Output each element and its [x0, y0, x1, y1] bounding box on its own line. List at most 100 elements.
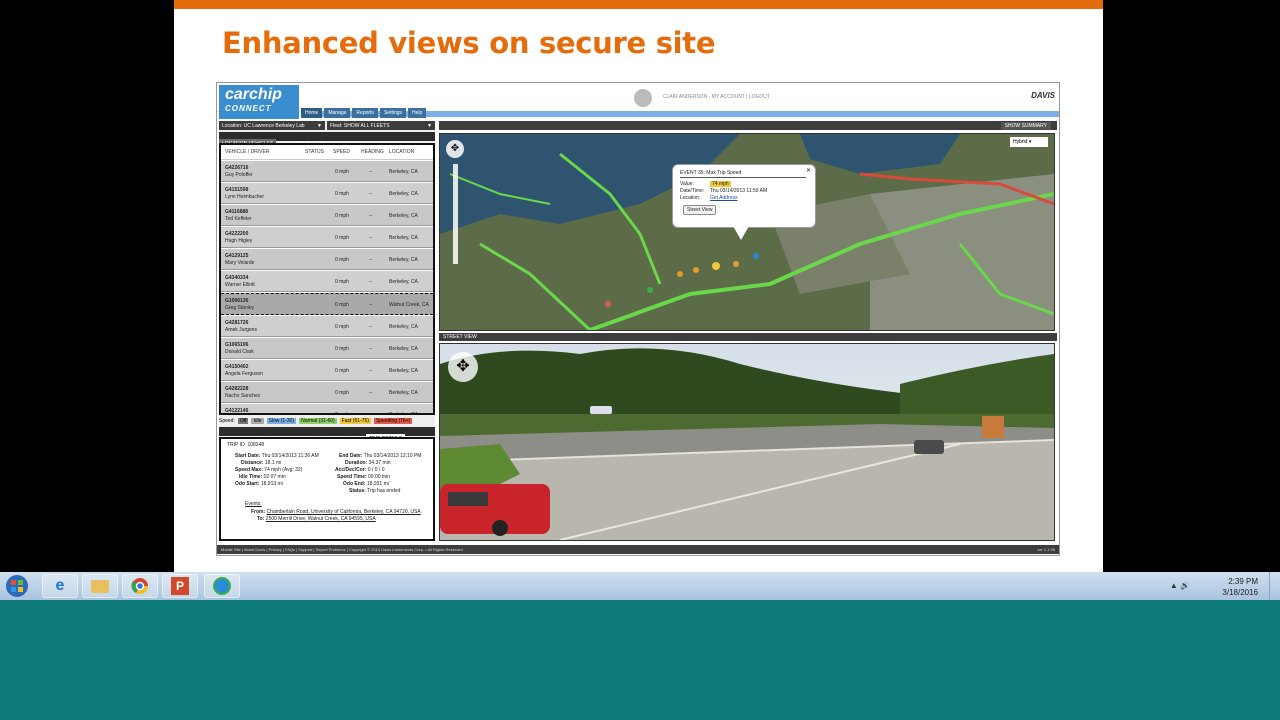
presentation-slide: Enhanced views on secure site carchip CON… [174, 0, 1103, 572]
col-heading[interactable]: HEADING [361, 149, 389, 155]
vehicle-id: G1006136 [225, 298, 249, 304]
user-avatar [634, 89, 652, 107]
clock-time: 2:39 PM [1228, 577, 1258, 586]
file-explorer-button[interactable] [82, 574, 118, 598]
nav-manage[interactable]: Manage [324, 108, 351, 118]
table-row[interactable]: G4116888 Ted Keffeler 0 mph -- Berkeley, CA [221, 205, 433, 226]
nav-settings[interactable]: Settings [379, 108, 407, 118]
trip-speed-max: Speed Max: 74 mph (Avg: 32) [235, 467, 303, 473]
table-row[interactable]: G4122146Steve Cooper0 mph--Berkeley, CA [221, 404, 433, 415]
legend-off: Off [237, 418, 249, 424]
fleet-select[interactable]: Fleet: SHOW ALL FLEETS ▼ [327, 121, 435, 130]
vehicle-name: Lynn Heimbucher [225, 194, 265, 200]
vehicle-location: Berkeley, CA [389, 257, 418, 263]
vehicle-id: G4282228 [225, 386, 249, 392]
vehicle-location: Berkeley, CA [389, 390, 418, 396]
table-row[interactable]: G4282228 Nacho Sanchez 0 mph -- Berkeley, CA [221, 382, 433, 403]
street-view-label: STREET VIEW [443, 334, 477, 340]
vehicle-heading: -- [369, 302, 373, 308]
vehicle-speed: 0 mph [335, 412, 349, 415]
globe-app-icon [213, 577, 231, 595]
vehicle-location: Berkeley, CA [389, 235, 418, 241]
trip-to: To: 2500 Merrill Drive, Walnut Creek, CA… [257, 516, 376, 522]
user-account-links[interactable]: CLAIR ANDERSON · MY ACCOUNT | LOGOUT [663, 94, 770, 100]
left-panel: Location: UC Lawrence Berkeley Lab ▼ Flee… [219, 121, 435, 541]
table-row[interactable]: G4150402 Angela Ferguson 0 mph -- Berkeley, … [221, 360, 433, 381]
globe-app-button[interactable] [204, 574, 240, 598]
nav-reports[interactable]: Reports [352, 108, 378, 118]
trip-status: Status: Trip has ended [349, 488, 401, 494]
nav-home[interactable]: Home [301, 108, 323, 118]
map-pan-control[interactable]: ✥ [446, 140, 464, 158]
popup-title: EVENT 35: Max Trip Speed [680, 170, 742, 176]
close-icon[interactable]: ✕ [806, 167, 811, 174]
internet-explorer-button[interactable]: e [42, 574, 78, 598]
desktop-background [0, 600, 1280, 720]
vehicle-name: Warner Elliott [225, 282, 255, 288]
vehicle-speed: 0 mph [335, 302, 349, 308]
table-row[interactable]: G4281726 Amek Jurgens 0 mph -- Berkeley, CA [221, 316, 433, 337]
version-label: ver 1.1.95 [1037, 547, 1055, 552]
location-select[interactable]: Location: UC Lawrence Berkeley Lab ▼ [219, 121, 325, 130]
satellite-map[interactable]: ✥ Hybrid ▾ EVENT 35: Max Trip Speed ✕ Va… [439, 133, 1055, 331]
vehicle-id: G4122146 [225, 408, 249, 414]
vehicle-location: Berkeley, CA [389, 279, 418, 285]
start-button[interactable] [0, 574, 34, 598]
street-view-pan-control[interactable]: ✥ [448, 352, 478, 382]
powerpoint-button[interactable]: P [162, 574, 198, 598]
vehicle-heading: -- [369, 235, 373, 241]
vehicle-id: G4151598 [225, 187, 249, 193]
table-row[interactable]: G4340334 Warner Elliott 0 mph -- Berkeley, C… [221, 271, 433, 292]
chevron-down-icon: ▼ [427, 123, 432, 129]
taskbar-clock[interactable]: 2:39 PM 3/18/2016 [1222, 576, 1258, 598]
vehicle-heading: -- [369, 213, 373, 219]
street-view[interactable]: ✥ [439, 343, 1055, 541]
chrome-button[interactable] [122, 574, 158, 598]
vehicle-speed: 0 mph [335, 368, 349, 374]
map-zoom-slider[interactable] [453, 164, 458, 264]
show-summary-button[interactable]: SHOW SUMMARY [1000, 122, 1051, 130]
vehicle-id: G4222200 [225, 231, 249, 237]
table-row[interactable]: G4151598 Lynn Heimbucher 0 mph -- Berkeley, … [221, 183, 433, 204]
vehicle-id: G4226716 [225, 165, 249, 171]
trip-events-label[interactable]: Events: [245, 501, 262, 507]
table-row[interactable]: G4129125 Mary Velarde 0 mph -- Berkeley, CA [221, 249, 433, 270]
get-address-link[interactable]: Get Address [710, 195, 738, 201]
slide-title: Enhanced views on secure site [222, 26, 716, 60]
tray-icons[interactable]: ▲ 🔊 [1170, 581, 1190, 590]
file-explorer-icon [91, 579, 109, 593]
vehicle-heading: -- [369, 368, 373, 374]
popup-date-label: Date/Time: [680, 188, 705, 194]
table-row[interactable]: G1006136 Greg Stanley 0 mph -- Walnut Creek,… [221, 293, 433, 315]
col-status[interactable]: STATUS [305, 149, 333, 155]
table-row[interactable]: G4226716 Guy Poloffer 0 mph -- Berkeley, CA [221, 161, 433, 182]
list-tabs: LOCATION VEHICLESLOCATION ALERTS [219, 132, 435, 149]
vehicle-location: Berkeley, CA [389, 368, 418, 374]
vehicle-location: Walnut Creek, CA [389, 302, 429, 308]
vehicle-speed: 0 mph [335, 169, 349, 175]
table-row[interactable]: G1065106 Donald Clark 0 mph -- Berkeley, CA [221, 338, 433, 359]
col-location[interactable]: LOCATION [389, 149, 414, 155]
nav-help[interactable]: Help [408, 108, 427, 118]
show-desktop-button[interactable] [1269, 572, 1280, 600]
vehicle-location: Berkeley, CA [389, 213, 418, 219]
vehicle-heading: -- [369, 324, 373, 330]
vehicle-speed: 0 mph [335, 346, 349, 352]
street-view-button[interactable]: Street View [683, 205, 717, 215]
vehicle-heading: -- [369, 279, 373, 285]
trip-from: From: Chamberlain Road, University of Ca… [251, 509, 421, 515]
vehicle-id: G1065106 [225, 342, 249, 348]
carchip-logo[interactable]: carchip CONNECT [219, 85, 299, 119]
col-speed[interactable]: SPEED [333, 149, 361, 155]
map-type-select[interactable]: Hybrid ▾ [1010, 137, 1048, 147]
table-row[interactable]: G4222200 Hugh Higley 0 mph -- Berkeley, CA [221, 227, 433, 248]
detail-tabs: LOCATION STATUSVEHICLE DETAILSALERTSTRIP… [219, 427, 435, 444]
vehicle-speed: 0 mph [335, 235, 349, 241]
list-header: VEHICLE / DRIVER STATUS SPEED HEADING LO… [221, 145, 433, 160]
trip-id: TRIP ID: 108248 [227, 442, 265, 448]
footer-links[interactable]: Mobile Site | About Davis | Privacy | FA… [221, 547, 463, 552]
vehicle-speed: 0 mph [335, 191, 349, 197]
start-orb-icon [6, 575, 28, 597]
vehicle-heading: -- [369, 257, 373, 263]
col-vehicle-driver[interactable]: VEHICLE / DRIVER [225, 149, 305, 155]
